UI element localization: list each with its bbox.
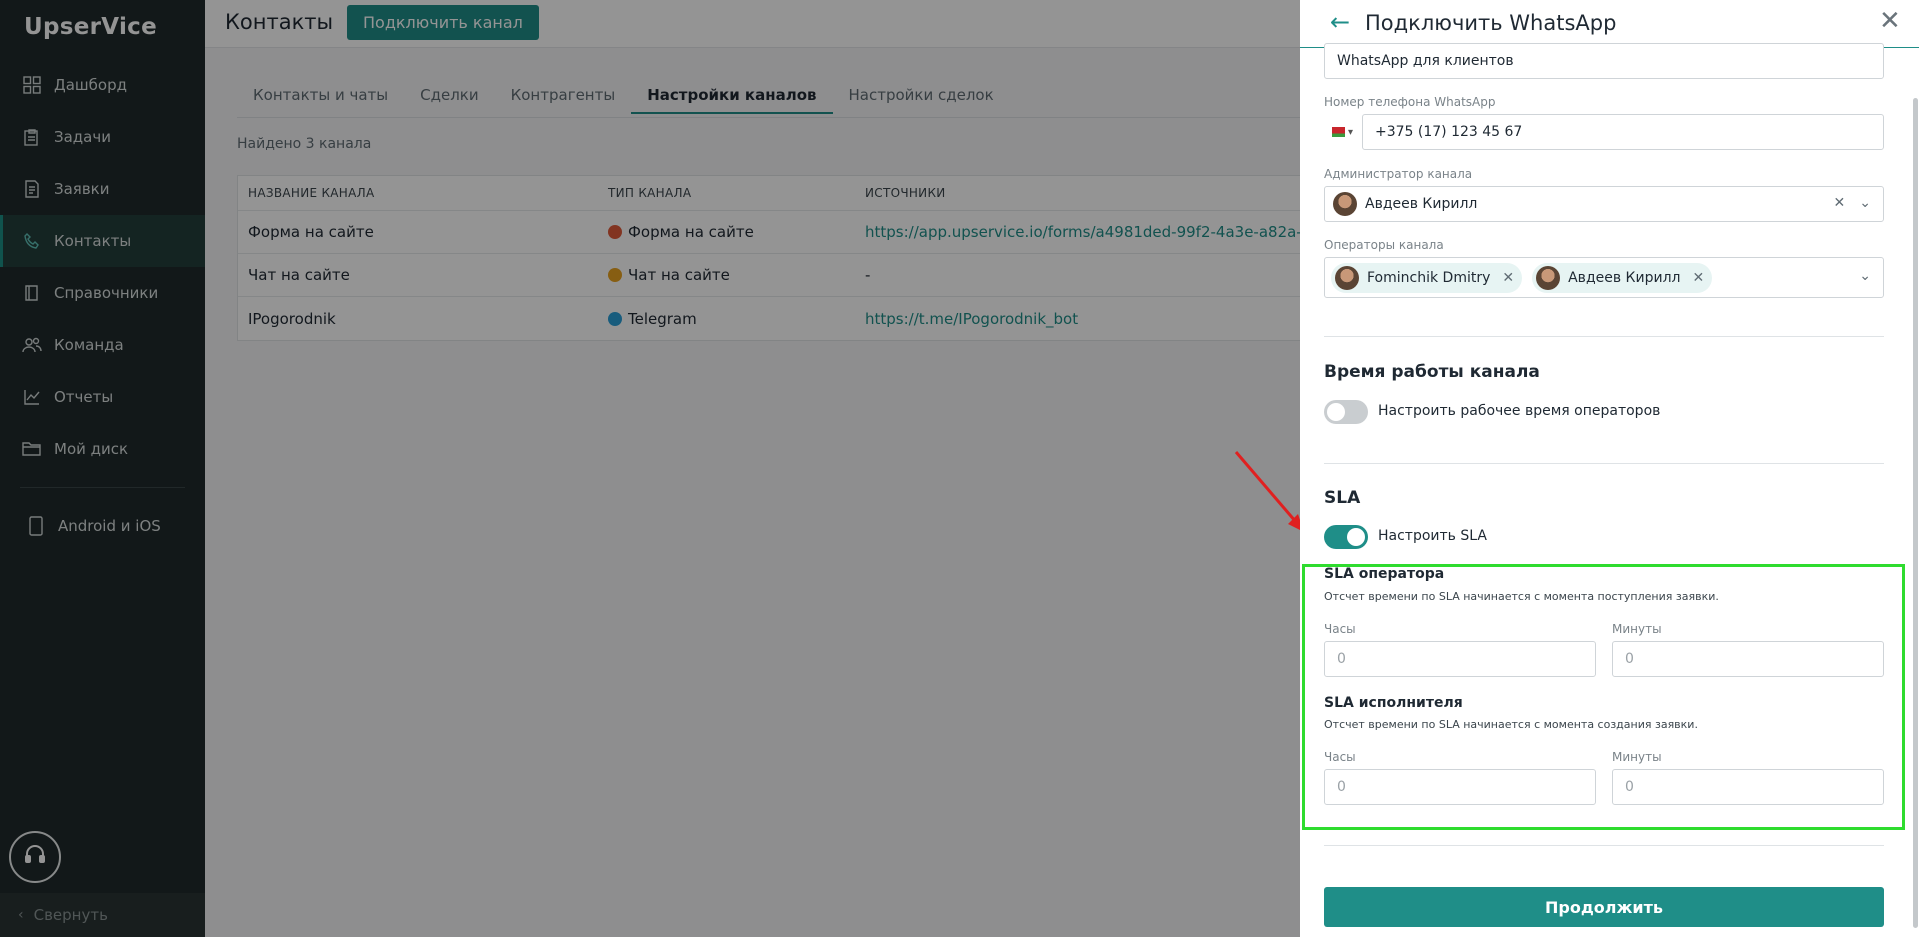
admin-label: Администратор канала (1324, 167, 1473, 181)
remove-chip-icon[interactable]: ✕ (1692, 270, 1704, 286)
operators-select[interactable]: Fominchik Dmitry ✕ Авдеев Кирилл ✕ ⌄ (1324, 257, 1884, 298)
sla-executor-hours-input[interactable]: 0 (1324, 769, 1596, 805)
toggle-knob (1327, 403, 1345, 421)
sla-executor-description: Отсчет времени по SLA начинается с момен… (1324, 718, 1698, 731)
sla-operator-minutes-input[interactable]: 0 (1612, 641, 1884, 677)
sla-title: SLA (1324, 488, 1361, 508)
section-divider (1324, 463, 1884, 464)
sla-toggle-label: Настроить SLA (1378, 528, 1487, 544)
operator-chip: Авдеев Кирилл ✕ (1532, 262, 1713, 293)
operator-name: Fominchik Dmitry (1367, 269, 1491, 286)
select-controls: ✕ ⌄ (1834, 195, 1871, 211)
phone-input[interactable]: +375 (17) 123 45 67 (1362, 114, 1884, 150)
modal-backdrop[interactable] (0, 0, 1300, 937)
scrollbar[interactable] (1913, 98, 1918, 928)
operator-chip: Fominchik Dmitry ✕ (1331, 262, 1523, 293)
channel-name-input[interactable]: WhatsApp для клиентов (1324, 43, 1884, 79)
select-controls: ⌄ (1859, 268, 1871, 284)
connect-whatsapp-drawer: ← Подключить WhatsApp ✕ WhatsApp для кли… (1300, 0, 1919, 937)
work-time-toggle[interactable] (1324, 400, 1368, 424)
work-time-title: Время работы канала (1324, 362, 1540, 382)
drawer-title: Подключить WhatsApp (1365, 11, 1617, 35)
sla-operator-title: SLA оператора (1324, 566, 1445, 582)
sla-toggle[interactable] (1324, 525, 1368, 549)
sla-executor-minutes-input[interactable]: 0 (1612, 769, 1884, 805)
back-arrow-icon[interactable]: ← (1330, 8, 1350, 36)
toggle-knob (1347, 528, 1365, 546)
section-divider (1324, 845, 1884, 846)
avatar (1536, 265, 1561, 290)
admin-select[interactable]: Авдеев Кирилл ✕ ⌄ (1324, 186, 1884, 222)
clear-icon[interactable]: ✕ (1834, 195, 1846, 211)
chevron-down-icon[interactable]: ⌄ (1859, 195, 1871, 211)
remove-chip-icon[interactable]: ✕ (1502, 270, 1514, 286)
admin-value: Авдеев Кирилл (1365, 196, 1478, 212)
operator-name: Авдеев Кирилл (1568, 269, 1681, 286)
sla-executor-title: SLA исполнителя (1324, 695, 1463, 711)
operators-label: Операторы канала (1324, 238, 1444, 252)
hours-label: Часы (1324, 750, 1356, 764)
continue-button[interactable]: Продолжить (1324, 887, 1884, 927)
belarus-flag-icon (1328, 127, 1345, 137)
country-selector[interactable]: ▾ (1324, 114, 1358, 150)
section-divider (1324, 336, 1884, 337)
minutes-label: Минуты (1612, 622, 1662, 636)
avatar (1333, 192, 1357, 216)
work-time-toggle-label: Настроить рабочее время операторов (1378, 403, 1661, 419)
chevron-down-icon[interactable]: ⌄ (1859, 268, 1871, 284)
drawer-header: ← Подключить WhatsApp ✕ (1300, 0, 1919, 48)
phone-label: Номер телефона WhatsApp (1324, 95, 1496, 109)
sla-operator-hours-input[interactable]: 0 (1324, 641, 1596, 677)
caret-down-icon: ▾ (1347, 126, 1354, 138)
sla-operator-description: Отсчет времени по SLA начинается с момен… (1324, 590, 1719, 603)
avatar (1335, 265, 1359, 290)
minutes-label: Минуты (1612, 750, 1662, 764)
close-icon[interactable]: ✕ (1879, 6, 1901, 36)
hours-label: Часы (1324, 622, 1356, 636)
